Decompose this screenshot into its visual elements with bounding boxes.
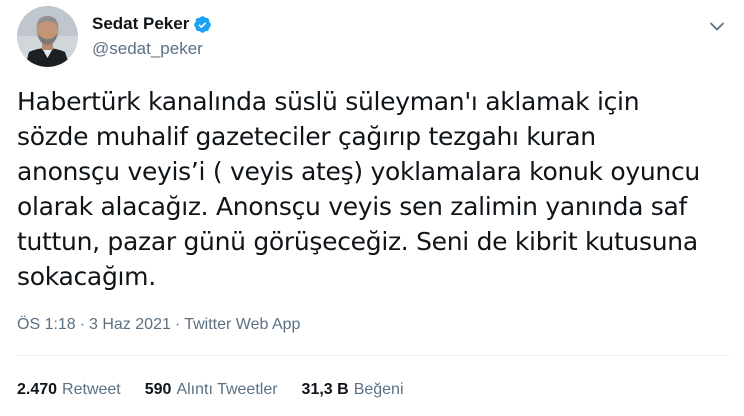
meta-separator: · bbox=[174, 316, 181, 333]
avatar[interactable] bbox=[17, 6, 78, 67]
divider bbox=[17, 355, 729, 356]
tweet-text: Habertürk kanalında süslü süleyman'ı akl… bbox=[17, 87, 700, 291]
like-stat[interactable]: 31,3 B Beğeni bbox=[302, 381, 404, 399]
display-name[interactable]: Sedat Peker bbox=[92, 14, 189, 34]
quote-label: Alıntı Tweetler bbox=[176, 381, 278, 398]
quote-stat[interactable]: 590 Alıntı Tweetler bbox=[145, 381, 278, 399]
display-name-row: Sedat Peker bbox=[92, 13, 212, 35]
author-names: Sedat Peker @sedat_peker bbox=[92, 13, 212, 59]
like-count: 31,3 B bbox=[301, 381, 349, 398]
tweet-card: Sedat Peker @sedat_peker Habertürk kanal… bbox=[0, 0, 744, 416]
tweet-source[interactable]: Twitter Web App bbox=[184, 316, 300, 334]
retweet-count: 2.470 bbox=[17, 381, 58, 398]
meta-separator: · bbox=[79, 316, 86, 333]
tweet-date[interactable]: 3 Haz 2021 bbox=[89, 316, 171, 334]
more-options-icon[interactable] bbox=[705, 14, 729, 38]
like-label: Beğeni bbox=[353, 381, 404, 398]
tweet-meta: ÖS 1:18 · 3 Haz 2021 · Twitter Web App bbox=[17, 316, 300, 334]
tweet-stats: 2.470 Retweet 590 Alıntı Tweetler 31,3 B… bbox=[17, 381, 428, 399]
verified-badge-icon bbox=[193, 15, 212, 34]
quote-count: 590 bbox=[144, 381, 172, 398]
retweet-stat[interactable]: 2.470 Retweet bbox=[17, 381, 121, 399]
tweet-header: Sedat Peker @sedat_peker bbox=[17, 6, 729, 68]
retweet-label: Retweet bbox=[62, 381, 121, 398]
handle[interactable]: @sedat_peker bbox=[92, 39, 212, 59]
tweet-time[interactable]: ÖS 1:18 bbox=[17, 316, 76, 334]
